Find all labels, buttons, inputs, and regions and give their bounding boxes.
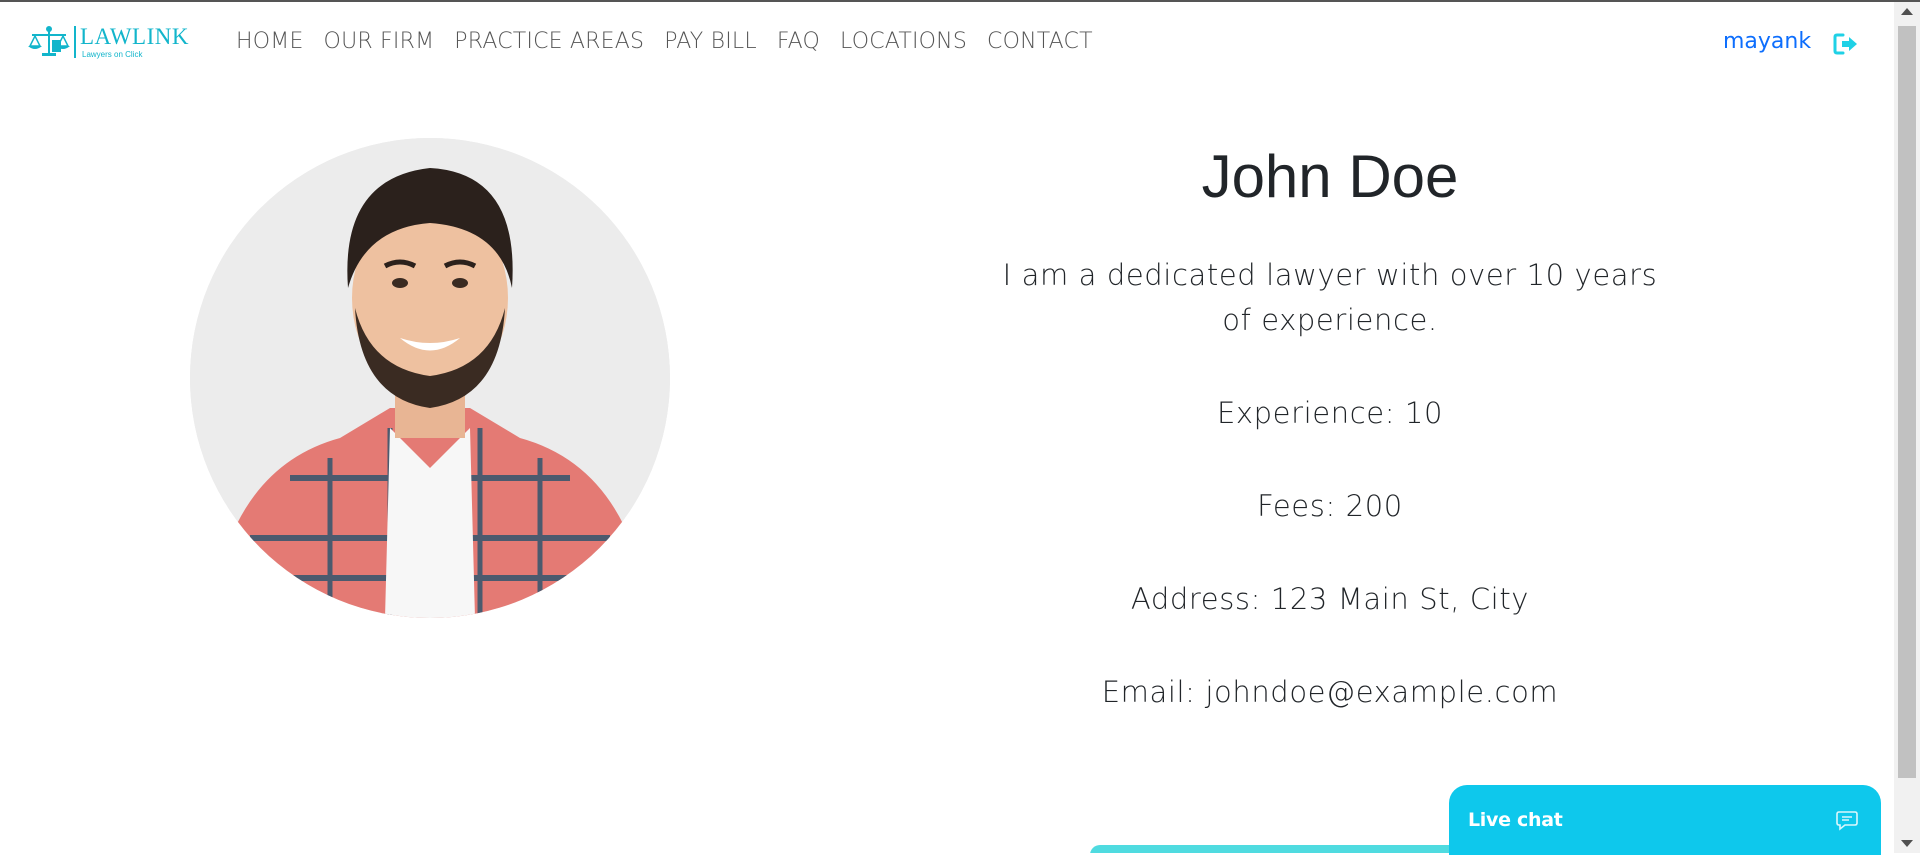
lawyer-fees: Fees: 200 — [1257, 489, 1403, 523]
nav-contact[interactable]: CONTACT — [987, 29, 1093, 54]
brand-text: LAWLINK Lawyers on Click — [80, 25, 189, 59]
vertical-scrollbar[interactable] — [1894, 2, 1920, 853]
nav-our-firm[interactable]: OUR FIRM — [324, 29, 435, 54]
sign-out-icon[interactable] — [1833, 32, 1859, 56]
lawyer-experience: Experience: 10 — [1216, 396, 1443, 430]
lawyer-photo — [190, 138, 670, 618]
nav-locations[interactable]: LOCATIONS — [840, 29, 967, 54]
brand-divider — [74, 26, 76, 58]
nav-links: HOME OUR FIRM PRACTICE AREAS PAY BILL FA… — [236, 29, 1093, 54]
scrollbar-thumb[interactable] — [1898, 26, 1916, 778]
nav-home[interactable]: HOME — [236, 29, 304, 54]
page: LAWLINK Lawyers on Click HOME OUR FIRM P… — [0, 2, 1894, 853]
scales-of-justice-icon — [28, 26, 70, 56]
brand-logo-link[interactable]: LAWLINK Lawyers on Click — [26, 22, 189, 62]
brand-tagline: Lawyers on Click — [82, 50, 143, 59]
lawyer-email: Email: johndoe@example.com — [1101, 675, 1559, 709]
lawyer-portrait-image — [190, 138, 670, 618]
chat-bubble-icon — [1836, 811, 1858, 831]
user-profile-link[interactable]: mayank — [1723, 29, 1811, 54]
scroll-up-arrow-icon[interactable] — [1901, 8, 1913, 15]
nav-pay-bill[interactable]: PAY BILL — [664, 29, 757, 54]
live-chat-label: Live chat — [1468, 809, 1563, 831]
nav-faq[interactable]: FAQ — [777, 29, 820, 54]
lawyer-bio: I am a dedicated lawyer with over 10 yea… — [1002, 258, 1658, 337]
nav-practice-areas[interactable]: PRACTICE AREAS — [454, 29, 644, 54]
lawyer-address: Address: 123 Main St, City — [1130, 582, 1530, 616]
profile-info: John Doe I am a dedicated lawyer with ov… — [960, 132, 1700, 715]
lawyer-name: John Doe — [1201, 143, 1459, 210]
bottom-accent-bar — [1090, 845, 1450, 853]
brand-name: LAWLINK — [80, 24, 189, 49]
live-chat-widget[interactable]: Live chat — [1449, 785, 1881, 855]
navbar: LAWLINK Lawyers on Click HOME OUR FIRM P… — [0, 2, 1894, 82]
scroll-down-arrow-icon[interactable] — [1901, 840, 1913, 847]
